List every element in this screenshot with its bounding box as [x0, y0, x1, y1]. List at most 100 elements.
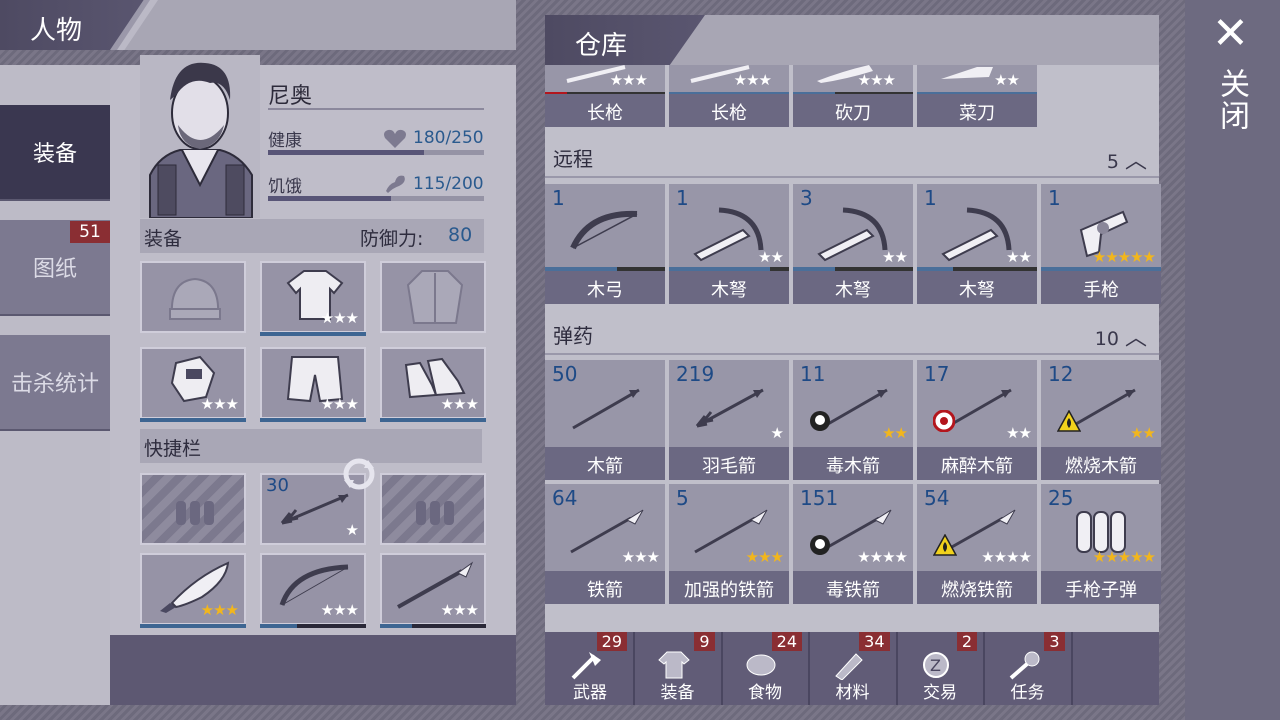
- drumstick-icon: [386, 175, 405, 193]
- hunger-label: 饥饿: [268, 177, 302, 197]
- item-name: 麻醉木箭: [917, 447, 1037, 480]
- rating-stars: ★★: [882, 424, 908, 442]
- item-cell[interactable]: 3 ★★ 木弩: [793, 184, 913, 304]
- ammo-placeholder-icon: [416, 501, 454, 525]
- category-badge: 24: [771, 632, 802, 651]
- ammo-count-value: 10: [1094, 328, 1119, 350]
- hunger-value: 115/200: [413, 174, 484, 194]
- quickbar-label: 快捷栏: [144, 438, 202, 460]
- item-cell[interactable]: 151 ★★★★ 毒铁箭: [793, 484, 913, 604]
- category-tab[interactable]: Z 2 交易: [897, 632, 985, 705]
- item-cell[interactable]: 1 木弓: [545, 184, 665, 304]
- rating-stars: ★★: [1006, 424, 1032, 442]
- slot-body[interactable]: ★★★: [260, 261, 366, 336]
- rating-stars: ★★★: [440, 395, 479, 413]
- durability-bar: [260, 624, 366, 628]
- effect-badge: [932, 409, 956, 436]
- quick-slot-empty[interactable]: [380, 473, 486, 545]
- slot-head[interactable]: [140, 261, 246, 333]
- tab-label: 图纸: [32, 257, 77, 282]
- tab-label: 击杀统计: [10, 372, 99, 397]
- item-cell[interactable]: 5 ★★★ 加强的铁箭: [669, 484, 789, 604]
- rating-stars: ★★★: [200, 395, 239, 413]
- close-label[interactable]: 关闭: [1213, 68, 1253, 132]
- effect-badge: [809, 410, 831, 436]
- rating-stars: ★★: [1006, 248, 1032, 266]
- close-icon[interactable]: ✕: [1212, 12, 1252, 56]
- category-tab[interactable]: 34 材料: [810, 632, 898, 705]
- item-cell[interactable]: 64 ★★★ 铁箭: [545, 484, 665, 604]
- category-tab[interactable]: 29 武器: [547, 632, 635, 705]
- rating-stars: ★★: [882, 248, 908, 266]
- effect-badge: [809, 534, 831, 560]
- item-cell[interactable]: 11 ★★ 毒木箭: [793, 360, 913, 480]
- swap-icon[interactable]: [340, 456, 378, 492]
- quick-slot-spear[interactable]: ★★★: [380, 553, 486, 628]
- item-name: 木箭: [545, 447, 665, 480]
- category-label: 任务: [1010, 683, 1045, 703]
- rating-stars: ★★: [994, 71, 1020, 89]
- item-cell[interactable]: ★★★ 砍刀: [793, 65, 913, 127]
- slot-feet[interactable]: ★★★: [380, 347, 486, 422]
- category-tab[interactable]: 9 装备: [635, 632, 723, 705]
- quick-slot-bow[interactable]: ★★★: [260, 553, 366, 628]
- item-cell[interactable]: 1 ★★ 木弩: [917, 184, 1037, 304]
- item-cell[interactable]: ★★ 菜刀: [917, 65, 1037, 127]
- poison-skull-icon: [810, 535, 830, 555]
- item-cell[interactable]: ★★★ 长枪: [545, 65, 665, 127]
- item-name: 燃烧木箭: [1041, 447, 1161, 480]
- rating-stars: ★★★: [621, 548, 660, 566]
- rating-stars: ★★★★★: [1092, 248, 1156, 266]
- tab-label: 装备: [32, 142, 77, 167]
- item-name: 手枪子弹: [1041, 571, 1161, 604]
- slot-hands[interactable]: ★★★: [140, 347, 246, 422]
- ranged-count: 5 ︿: [1107, 143, 1147, 175]
- category-tab[interactable]: 24 食物: [722, 632, 810, 705]
- item-count: 1: [676, 186, 689, 210]
- item-cell[interactable]: 219 ★ 羽毛箭: [669, 360, 789, 480]
- item-cell[interactable]: 12 ★★ 燃烧木箭: [1041, 360, 1161, 480]
- rating-stars: ★★★: [200, 601, 239, 619]
- item-name: 木弓: [545, 271, 665, 304]
- rating-stars: ★★★★★: [1092, 548, 1156, 566]
- item-cell[interactable]: 17 ★★ 麻醉木箭: [917, 360, 1037, 480]
- rating-stars: ★★★★: [981, 548, 1032, 566]
- defense-value: 80: [448, 224, 473, 246]
- rating-stars: ★★★★: [857, 548, 908, 566]
- chevron-up-icon[interactable]: ︿: [1125, 149, 1147, 174]
- item-cell[interactable]: 1 ★★★★★ 手枪: [1041, 184, 1161, 304]
- item-cell[interactable]: 25 ★★★★★ 手枪子弹: [1041, 484, 1161, 604]
- category-label: 装备: [660, 683, 695, 703]
- category-badge: 3: [1044, 632, 1065, 651]
- item-cell[interactable]: ★★★ 长枪: [669, 65, 789, 127]
- effect-badge: [1056, 409, 1082, 436]
- rating-stars: ★★★: [857, 71, 896, 89]
- slot-outer[interactable]: [380, 261, 486, 333]
- durability-bar: [260, 418, 366, 422]
- arrow-icon: [280, 493, 349, 525]
- rating-stars: ★★★: [320, 601, 359, 619]
- chevron-up-icon[interactable]: ︿: [1125, 326, 1147, 351]
- item-cell[interactable]: 50 木箭: [545, 360, 665, 480]
- blueprints-badge: 51: [70, 221, 110, 243]
- tab-equipment[interactable]: 装备: [0, 105, 110, 201]
- slot-legs[interactable]: ★★★: [260, 347, 366, 422]
- health-bar: [268, 150, 484, 155]
- ranged-count-value: 5: [1106, 151, 1119, 173]
- quick-slot-machete[interactable]: ★★★: [140, 553, 246, 628]
- ammo-section-header[interactable]: 弹药 10 ︿: [545, 312, 1159, 354]
- quick-slot-empty[interactable]: [140, 473, 246, 545]
- rating-stars: ★★★: [320, 395, 359, 413]
- item-cell[interactable]: 54 ★★★★ 燃烧铁箭: [917, 484, 1037, 604]
- character-footer: [110, 635, 516, 705]
- fire-warning-icon: [1056, 409, 1082, 432]
- durability-bar: [140, 624, 246, 628]
- hunger-bar: [268, 196, 484, 201]
- item-name: 菜刀: [917, 94, 1037, 127]
- item-count: 1: [1048, 186, 1061, 210]
- ranged-section-header[interactable]: 远程 5 ︿: [545, 135, 1159, 177]
- item-cell[interactable]: 1 ★★ 木弩: [669, 184, 789, 304]
- character-portrait: [140, 55, 260, 218]
- category-tab[interactable]: 3 任务: [985, 632, 1073, 705]
- tab-kill-stats[interactable]: 击杀统计: [0, 335, 110, 431]
